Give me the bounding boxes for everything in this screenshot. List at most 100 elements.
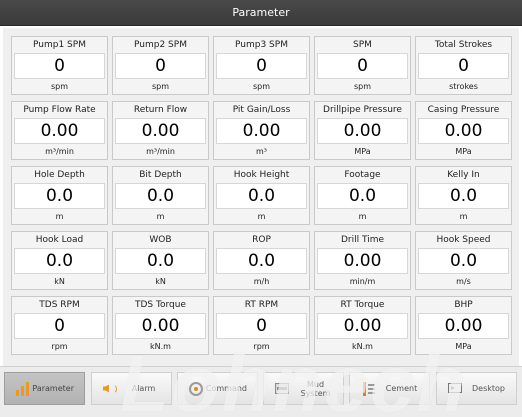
param-value: 0.00: [14, 118, 105, 144]
param-unit: rpm: [51, 342, 68, 351]
param-unit: strokes: [449, 82, 478, 91]
param-card-rt-torque: RT Torque 0.00 kN.m: [314, 296, 411, 355]
param-unit: m: [358, 212, 367, 221]
param-unit: MPa: [354, 147, 371, 156]
parameter-grid: Pump1 SPM 0 spm Pump2 SPM 0 spm Pump3 SPM 0 sp…: [11, 36, 512, 355]
param-unit: kN: [155, 277, 166, 286]
param-value: 0.0: [418, 248, 509, 274]
param-unit: kN.m: [352, 342, 373, 351]
param-unit: m³: [256, 147, 267, 156]
param-label: Drill Time: [340, 235, 385, 245]
param-unit: kN.m: [150, 342, 171, 351]
param-label: Drillpipe Pressure: [323, 105, 402, 115]
param-card-pump1-spm: Pump1 SPM 0 spm: [11, 36, 108, 95]
param-value: 0.0: [418, 183, 509, 209]
tab-mud-system[interactable]: Mud System: [263, 372, 344, 405]
param-card-total-strokes: Total Strokes 0 strokes: [415, 36, 512, 95]
command-dial-icon: [188, 381, 203, 397]
param-unit: MPa: [455, 147, 472, 156]
param-value: 0: [317, 53, 408, 79]
param-value: 0.0: [317, 183, 408, 209]
desktop-icon: [447, 381, 463, 397]
param-card-bit-depth: Bit Depth 0.0 m: [112, 166, 209, 225]
speaker-icon: [102, 381, 118, 397]
param-value: 0: [216, 313, 307, 339]
param-value: 0.0: [216, 248, 307, 274]
param-unit: m³/min: [146, 147, 175, 156]
param-label: Total Strokes: [434, 40, 493, 50]
window-titlebar: Parameter: [0, 0, 522, 26]
tab-cement[interactable]: Cement: [349, 372, 430, 405]
param-label: Pump Flow Rate: [23, 105, 96, 115]
param-value: 0.0: [115, 183, 206, 209]
param-label: Footage: [344, 170, 381, 180]
window-title: Parameter: [232, 6, 290, 19]
tab-desktop[interactable]: Desktop: [436, 372, 517, 405]
param-card-wob: WOB 0.0 kN: [112, 231, 209, 290]
param-label: RT Torque: [340, 300, 385, 310]
param-value: 0.00: [317, 118, 408, 144]
param-unit: m/s: [456, 277, 471, 286]
param-label: Hook Height: [233, 170, 290, 180]
param-unit: spm: [50, 82, 69, 91]
bottom-taskbar: Parameter Alarm Command Mud System Cemen…: [0, 366, 522, 417]
param-unit: kN: [54, 277, 65, 286]
param-card-spm: SPM 0 spm: [314, 36, 411, 95]
param-value: 0.00: [115, 118, 206, 144]
param-label: Pit Gain/Loss: [232, 105, 291, 115]
param-value: 0.0: [14, 183, 105, 209]
param-card-rop: ROP 0.0 m/h: [213, 231, 310, 290]
param-card-footage: Footage 0.0 m: [314, 166, 411, 225]
param-value: 0.0: [216, 183, 307, 209]
param-value: 0.0: [14, 248, 105, 274]
param-card-casing-pressure: Casing Pressure 0.00 MPa: [415, 101, 512, 160]
tab-label: Desktop: [472, 384, 505, 393]
param-label: Hole Depth: [34, 170, 85, 180]
param-card-pit-gain-loss: Pit Gain/Loss 0.00 m³: [213, 101, 310, 160]
param-label: BHP: [454, 300, 473, 310]
tab-label: Parameter: [32, 384, 74, 393]
param-value: 0: [115, 53, 206, 79]
tab-label: Command: [205, 384, 247, 393]
param-card-kelly-in: Kelly In 0.0 m: [415, 166, 512, 225]
param-unit: min/m: [349, 277, 376, 286]
param-unit: m/h: [253, 277, 270, 286]
param-label: Kelly In: [447, 170, 480, 180]
param-label: Pump2 SPM: [134, 40, 187, 50]
param-card-rt-rpm: RT RPM 0 rpm: [213, 296, 310, 355]
param-unit: spm: [252, 82, 271, 91]
param-label: Pump3 SPM: [235, 40, 288, 50]
param-unit: m: [156, 212, 165, 221]
param-label: RT RPM: [244, 300, 279, 310]
param-card-tds-torque: TDS Torque 0.00 kN.m: [112, 296, 209, 355]
param-value: 0: [14, 313, 105, 339]
param-label: Bit Depth: [139, 170, 182, 180]
param-unit: m: [257, 212, 266, 221]
cement-icon: [360, 381, 376, 397]
param-card-return-flow: Return Flow 0.00 m³/min: [112, 101, 209, 160]
param-card-pump-flow-rate: Pump Flow Rate 0.00 m³/min: [11, 101, 108, 160]
tab-parameter[interactable]: Parameter: [4, 372, 85, 405]
param-unit: spm: [353, 82, 372, 91]
param-card-hook-speed: Hook Speed 0.0 m/s: [415, 231, 512, 290]
param-label: WOB: [149, 235, 172, 245]
param-unit: MPa: [455, 342, 472, 351]
param-label: SPM: [353, 40, 372, 50]
bar-chart-icon: [15, 381, 29, 397]
param-label: TDS Torque: [135, 300, 186, 310]
param-card-drill-time: Drill Time 0.00 min/m: [314, 231, 411, 290]
param-value: 0.00: [418, 118, 509, 144]
tab-label: Mud System: [300, 379, 331, 398]
param-card-pump2-spm: Pump2 SPM 0 spm: [112, 36, 209, 95]
param-label: Casing Pressure: [427, 105, 500, 115]
tab-label: Cement: [385, 384, 418, 393]
param-label: Return Flow: [133, 105, 188, 115]
tab-alarm[interactable]: Alarm: [91, 372, 172, 405]
param-value: 0: [14, 53, 105, 79]
param-card-hole-depth: Hole Depth 0.0 m: [11, 166, 108, 225]
param-card-bhp: BHP 0.00 MPa: [415, 296, 512, 355]
param-value: 0.00: [317, 248, 408, 274]
param-card-tds-rpm: TDS RPM 0 rpm: [11, 296, 108, 355]
param-value: 0.00: [216, 118, 307, 144]
tab-command[interactable]: Command: [177, 372, 258, 405]
